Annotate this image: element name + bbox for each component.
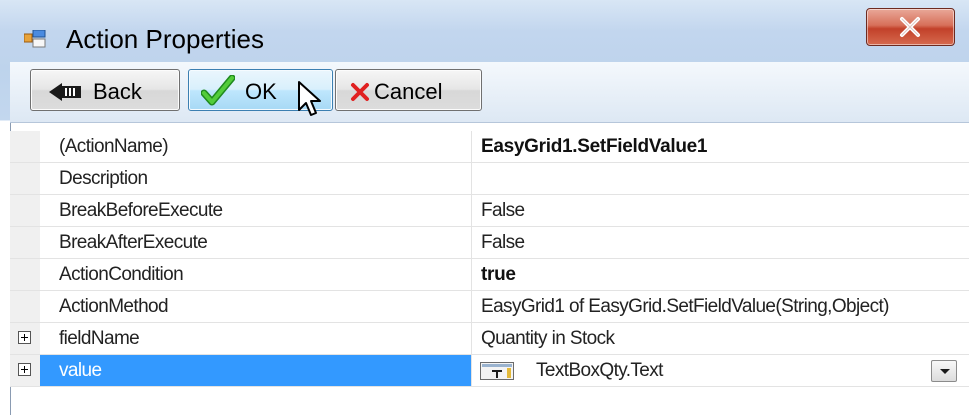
app-icon (24, 30, 46, 48)
row-gutter (10, 195, 40, 226)
property-name: ActionCondition (40, 259, 472, 290)
property-row-description[interactable]: Description (10, 163, 969, 195)
property-name: BreakBeforeExecute (40, 195, 472, 226)
back-button[interactable]: Back (30, 69, 180, 111)
expand-plus-icon[interactable] (18, 331, 31, 344)
close-button[interactable] (866, 8, 955, 46)
cancel-button[interactable]: Cancel (335, 69, 482, 111)
property-value[interactable] (472, 163, 969, 194)
row-gutter (10, 163, 40, 194)
property-grid: (ActionName) EasyGrid1.SetFieldValue1 De… (10, 131, 969, 387)
row-gutter (10, 227, 40, 258)
ok-button-label: OK (245, 79, 277, 104)
close-icon (900, 17, 920, 37)
title-bar[interactable]: Action Properties (0, 0, 969, 70)
property-value[interactable]: TextBoxQty.Text (472, 355, 969, 386)
value-dropdown-button[interactable] (931, 360, 957, 382)
checkmark-icon (201, 75, 235, 106)
property-row-fieldname[interactable]: fieldName Quantity in Stock (10, 323, 969, 355)
property-name: (ActionName) (40, 131, 472, 162)
property-row-actionmethod[interactable]: ActionMethod EasyGrid1 of EasyGrid.SetFi… (10, 291, 969, 323)
property-row-actionname[interactable]: (ActionName) EasyGrid1.SetFieldValue1 (10, 131, 969, 163)
cancel-button-label: Cancel (374, 79, 443, 104)
property-row-value[interactable]: value TextBoxQty.Text (10, 355, 969, 387)
row-gutter (10, 259, 40, 290)
mouse-pointer-icon (298, 81, 321, 116)
property-value[interactable]: true (472, 259, 969, 290)
property-name: value (40, 355, 472, 386)
property-value[interactable]: EasyGrid1 of EasyGrid.SetFieldValue(Stri… (472, 291, 969, 322)
property-row-actioncondition[interactable]: ActionCondition true (10, 259, 969, 291)
textbox-property-icon (480, 362, 514, 380)
window-title: Action Properties (66, 24, 264, 54)
back-arrow-icon (49, 83, 81, 101)
property-name: BreakAfterExecute (40, 227, 472, 258)
toolbar: Back OK Cancel (10, 62, 969, 123)
property-value[interactable]: False (472, 227, 969, 258)
expand-plus-icon[interactable] (18, 363, 31, 376)
property-name: ActionMethod (40, 291, 472, 322)
property-row-breakafterexecute[interactable]: BreakAfterExecute False (10, 227, 969, 259)
cancel-x-icon (351, 83, 369, 101)
row-gutter (10, 131, 40, 162)
row-gutter (10, 291, 40, 322)
property-value[interactable]: False (472, 195, 969, 226)
property-name: fieldName (40, 323, 472, 354)
property-row-breakbeforeexecute[interactable]: BreakBeforeExecute False (10, 195, 969, 227)
property-value[interactable]: Quantity in Stock (472, 323, 969, 354)
chevron-down-icon (940, 369, 950, 374)
property-name: Description (40, 163, 472, 194)
back-button-label: Back (93, 79, 142, 104)
property-value[interactable]: EasyGrid1.SetFieldValue1 (472, 131, 969, 162)
